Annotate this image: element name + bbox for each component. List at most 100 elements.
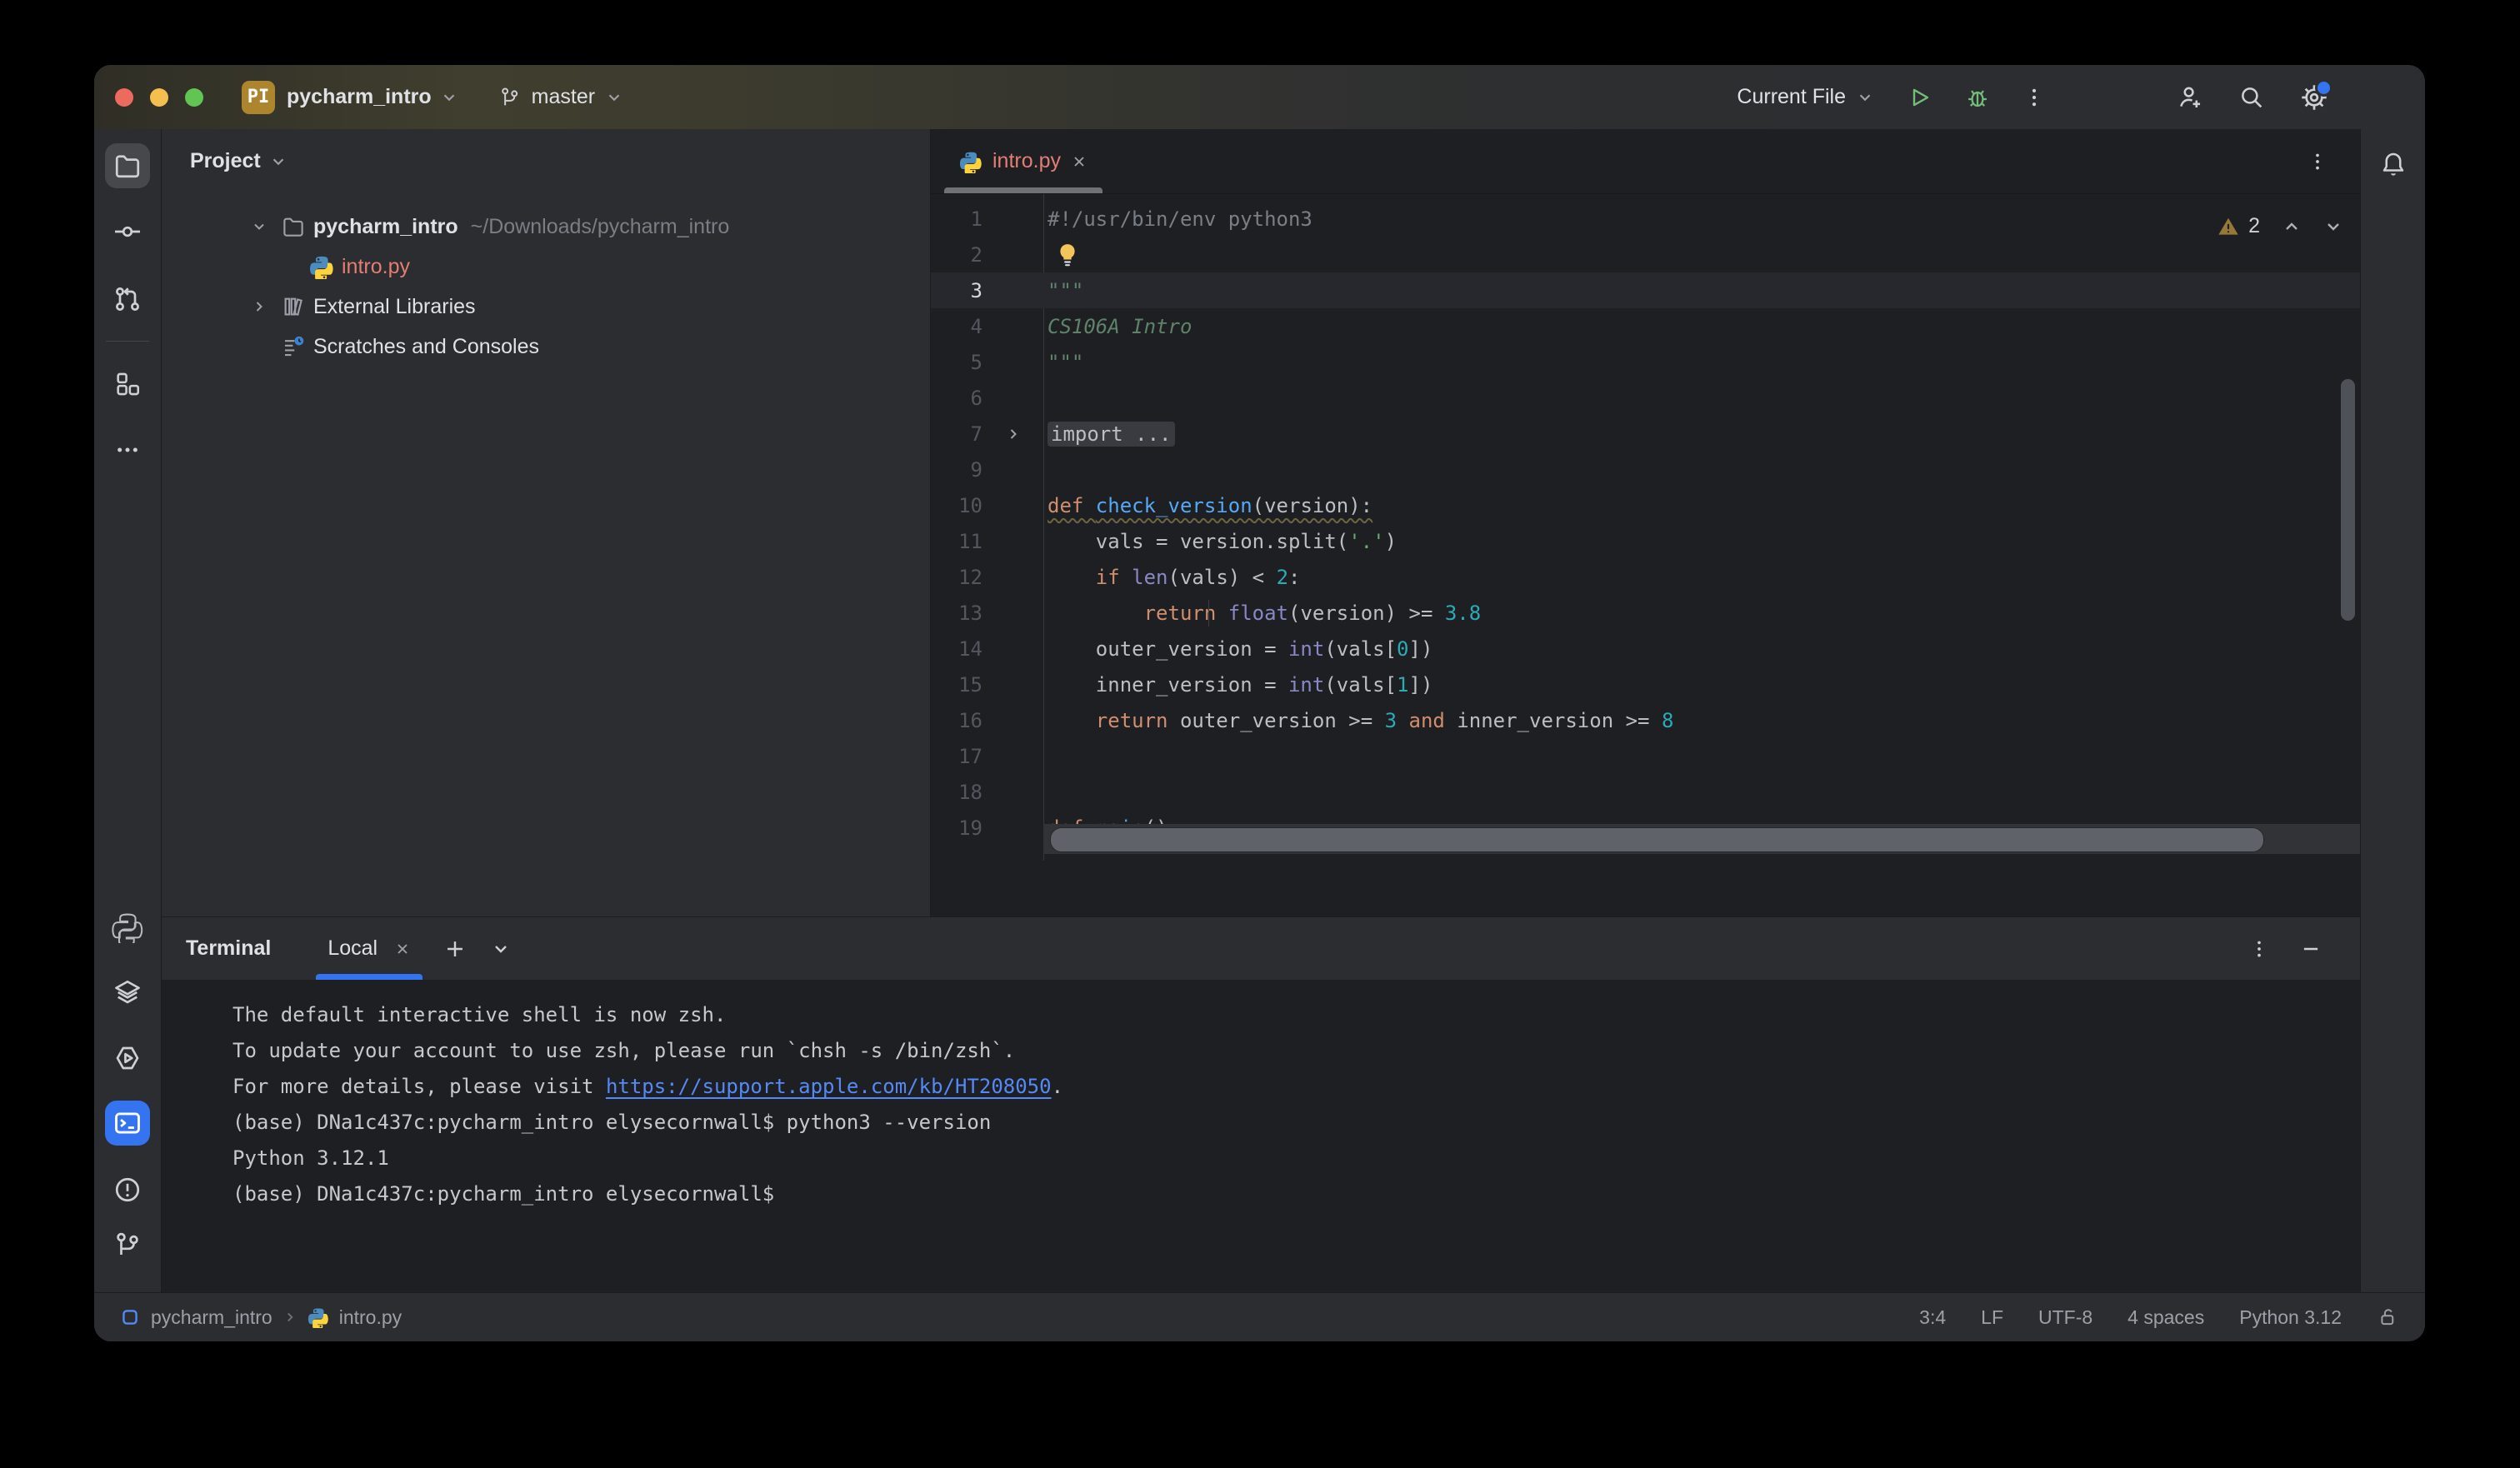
run-icon — [1906, 84, 1932, 111]
tree-item-scratches[interactable]: Scratches and Consoles — [162, 327, 930, 367]
code-line[interactable]: 17 — [931, 738, 2360, 774]
line-number: 6 — [931, 387, 982, 410]
terminal-title[interactable]: Terminal — [186, 936, 271, 961]
settings-button[interactable] — [2299, 82, 2329, 112]
editor-options-button[interactable] — [2307, 151, 2328, 172]
code-line[interactable]: 6 — [931, 380, 2360, 416]
branch-widget[interactable]: master — [498, 85, 623, 109]
terminal-line[interactable]: The default interactive shell is now zsh… — [232, 996, 2360, 1032]
sidebar-item-structure[interactable] — [105, 362, 150, 407]
run-configuration-selector[interactable]: Current File — [1737, 85, 1874, 109]
debug-button[interactable] — [1964, 84, 1991, 111]
hide-toolwindow-button[interactable] — [2300, 938, 2322, 960]
editor-tab-intro-py[interactable]: intro.py — [942, 129, 1104, 193]
folder-icon — [281, 214, 306, 239]
fold-arrow-icon[interactable] — [1005, 426, 1022, 442]
terminal-line[interactable]: (base) DNa1c437c:pycharm_intro elysecorn… — [232, 1104, 2360, 1140]
code-line[interactable]: 14 outer_version = int(vals[0]) — [931, 631, 2360, 667]
line-number: 12 — [931, 566, 982, 589]
breadcrumb-file[interactable]: intro.py — [339, 1306, 402, 1329]
code-line[interactable]: 12 if len(vals) < 2: — [931, 559, 2360, 595]
line-number: 4 — [931, 315, 982, 338]
project-widget-label: pycharm_intro — [287, 85, 432, 109]
breadcrumb-project[interactable]: pycharm_intro — [151, 1306, 272, 1329]
status-item[interactable]: LF — [1981, 1306, 2003, 1329]
tree-item-label: pycharm_intro — [313, 215, 458, 239]
inspections-widget[interactable]: 2 — [2217, 214, 2343, 238]
project-square-icon — [119, 1306, 141, 1328]
terminal-tab-local[interactable]: Local — [318, 917, 421, 980]
terminal-tab-options-button[interactable] — [491, 939, 511, 959]
horizontal-scrollbar-thumb[interactable] — [1050, 827, 2264, 852]
terminal-link[interactable]: https://support.apple.com/kb/HT208050 — [606, 1075, 1052, 1098]
warning-count: 2 — [2248, 214, 2260, 238]
terminal-options-button[interactable] — [2248, 938, 2270, 960]
sidebar-item-problems[interactable] — [105, 1167, 150, 1212]
folded-region[interactable]: import ... — [1048, 422, 1175, 447]
code-line[interactable]: 2 — [931, 237, 2360, 272]
horizontal-scrollbar[interactable] — [1043, 824, 2360, 854]
terminal-line[interactable]: Python 3.12.1 — [232, 1140, 2360, 1176]
code-line[interactable]: 5""" — [931, 344, 2360, 380]
minimize-window-button[interactable] — [150, 88, 168, 107]
sidebar-item-python-console[interactable] — [105, 905, 150, 950]
project-badge[interactable]: PI — [242, 81, 275, 114]
more-actions-button[interactable] — [2022, 86, 2046, 109]
python-file-icon — [959, 150, 982, 173]
tree-item-external-libraries[interactable]: External Libraries — [162, 287, 930, 327]
status-item[interactable]: 3:4 — [1919, 1306, 1946, 1329]
next-problem-icon[interactable] — [2323, 217, 2343, 237]
sidebar-item-pull-requests[interactable] — [105, 277, 150, 322]
status-item[interactable]: 4 spaces — [2128, 1306, 2204, 1329]
readonly-toggle-button[interactable] — [2377, 1306, 2400, 1329]
code-line[interactable]: 11 vals = version.split('.') — [931, 523, 2360, 559]
tree-item-label: External Libraries — [313, 295, 476, 319]
code-line[interactable]: 15 inner_version = int(vals[1]) — [931, 667, 2360, 702]
sidebar-item-python-packages[interactable] — [105, 970, 150, 1015]
tree-item-project-root[interactable]: pycharm_intro ~/Downloads/pycharm_intro — [162, 207, 930, 247]
code-line[interactable]: 18 — [931, 774, 2360, 810]
project-tree: pycharm_intro ~/Downloads/pycharm_intro … — [162, 193, 930, 367]
code-line[interactable]: 9 — [931, 452, 2360, 487]
sidebar-item-services[interactable] — [105, 1036, 150, 1081]
sidebar-item-project[interactable] — [105, 143, 150, 188]
intention-bulb-icon[interactable] — [1055, 242, 1080, 268]
search-everywhere-button[interactable] — [2238, 83, 2266, 112]
chevron-down-icon — [440, 88, 458, 107]
line-number: 19 — [931, 816, 982, 840]
terminal-line[interactable]: (base) DNa1c437c:pycharm_intro elysecorn… — [232, 1176, 2360, 1211]
previous-problem-icon[interactable] — [2282, 217, 2302, 237]
code-with-me-button[interactable] — [2176, 83, 2204, 112]
new-terminal-tab-button[interactable] — [444, 938, 466, 960]
line-number: 5 — [931, 351, 982, 374]
code-line[interactable]: 10def check_version(version): — [931, 487, 2360, 523]
vertical-scrollbar[interactable] — [2341, 379, 2355, 621]
close-icon[interactable] — [394, 941, 411, 957]
project-panel: Project pycharm_intro ~/Downloads/pychar… — [162, 129, 931, 916]
close-window-button[interactable] — [115, 88, 133, 107]
code-line[interactable]: 16 return outer_version >= 3 and inner_v… — [931, 702, 2360, 738]
sidebar-item-commit[interactable] — [105, 209, 150, 254]
code-editor[interactable]: 1#!/usr/bin/env python323"""4CS106A Intr… — [931, 194, 2360, 916]
library-icon — [281, 294, 306, 319]
status-item[interactable]: Python 3.12 — [2239, 1306, 2342, 1329]
sidebar-item-terminal[interactable] — [105, 1101, 150, 1146]
terminal-output[interactable]: The default interactive shell is now zsh… — [162, 980, 2360, 1292]
project-panel-header[interactable]: Project — [162, 129, 930, 193]
run-button[interactable] — [1906, 84, 1932, 111]
status-item[interactable]: UTF-8 — [2038, 1306, 2092, 1329]
code-line[interactable]: 7import ... — [931, 416, 2360, 452]
terminal-line[interactable]: To update your account to use zsh, pleas… — [232, 1032, 2360, 1068]
sidebar-item-more-toolwindows[interactable] — [105, 427, 150, 472]
code-line[interactable]: 3""" — [931, 272, 2360, 308]
fullscreen-window-button[interactable] — [185, 88, 203, 107]
terminal-line[interactable]: For more details, please visit https://s… — [232, 1068, 2360, 1104]
project-widget[interactable]: pycharm_intro — [287, 85, 458, 109]
sidebar-item-version-control[interactable] — [105, 1222, 150, 1267]
code-line[interactable]: 13 return float(version) >= 3.8 — [931, 595, 2360, 631]
tree-item-intro-py[interactable]: intro.py — [162, 247, 930, 287]
notifications-button[interactable] — [2371, 142, 2416, 187]
code-line[interactable]: 4CS106A Intro — [931, 308, 2360, 344]
code-line[interactable]: 1#!/usr/bin/env python3 — [931, 201, 2360, 237]
close-icon[interactable] — [1071, 153, 1088, 170]
